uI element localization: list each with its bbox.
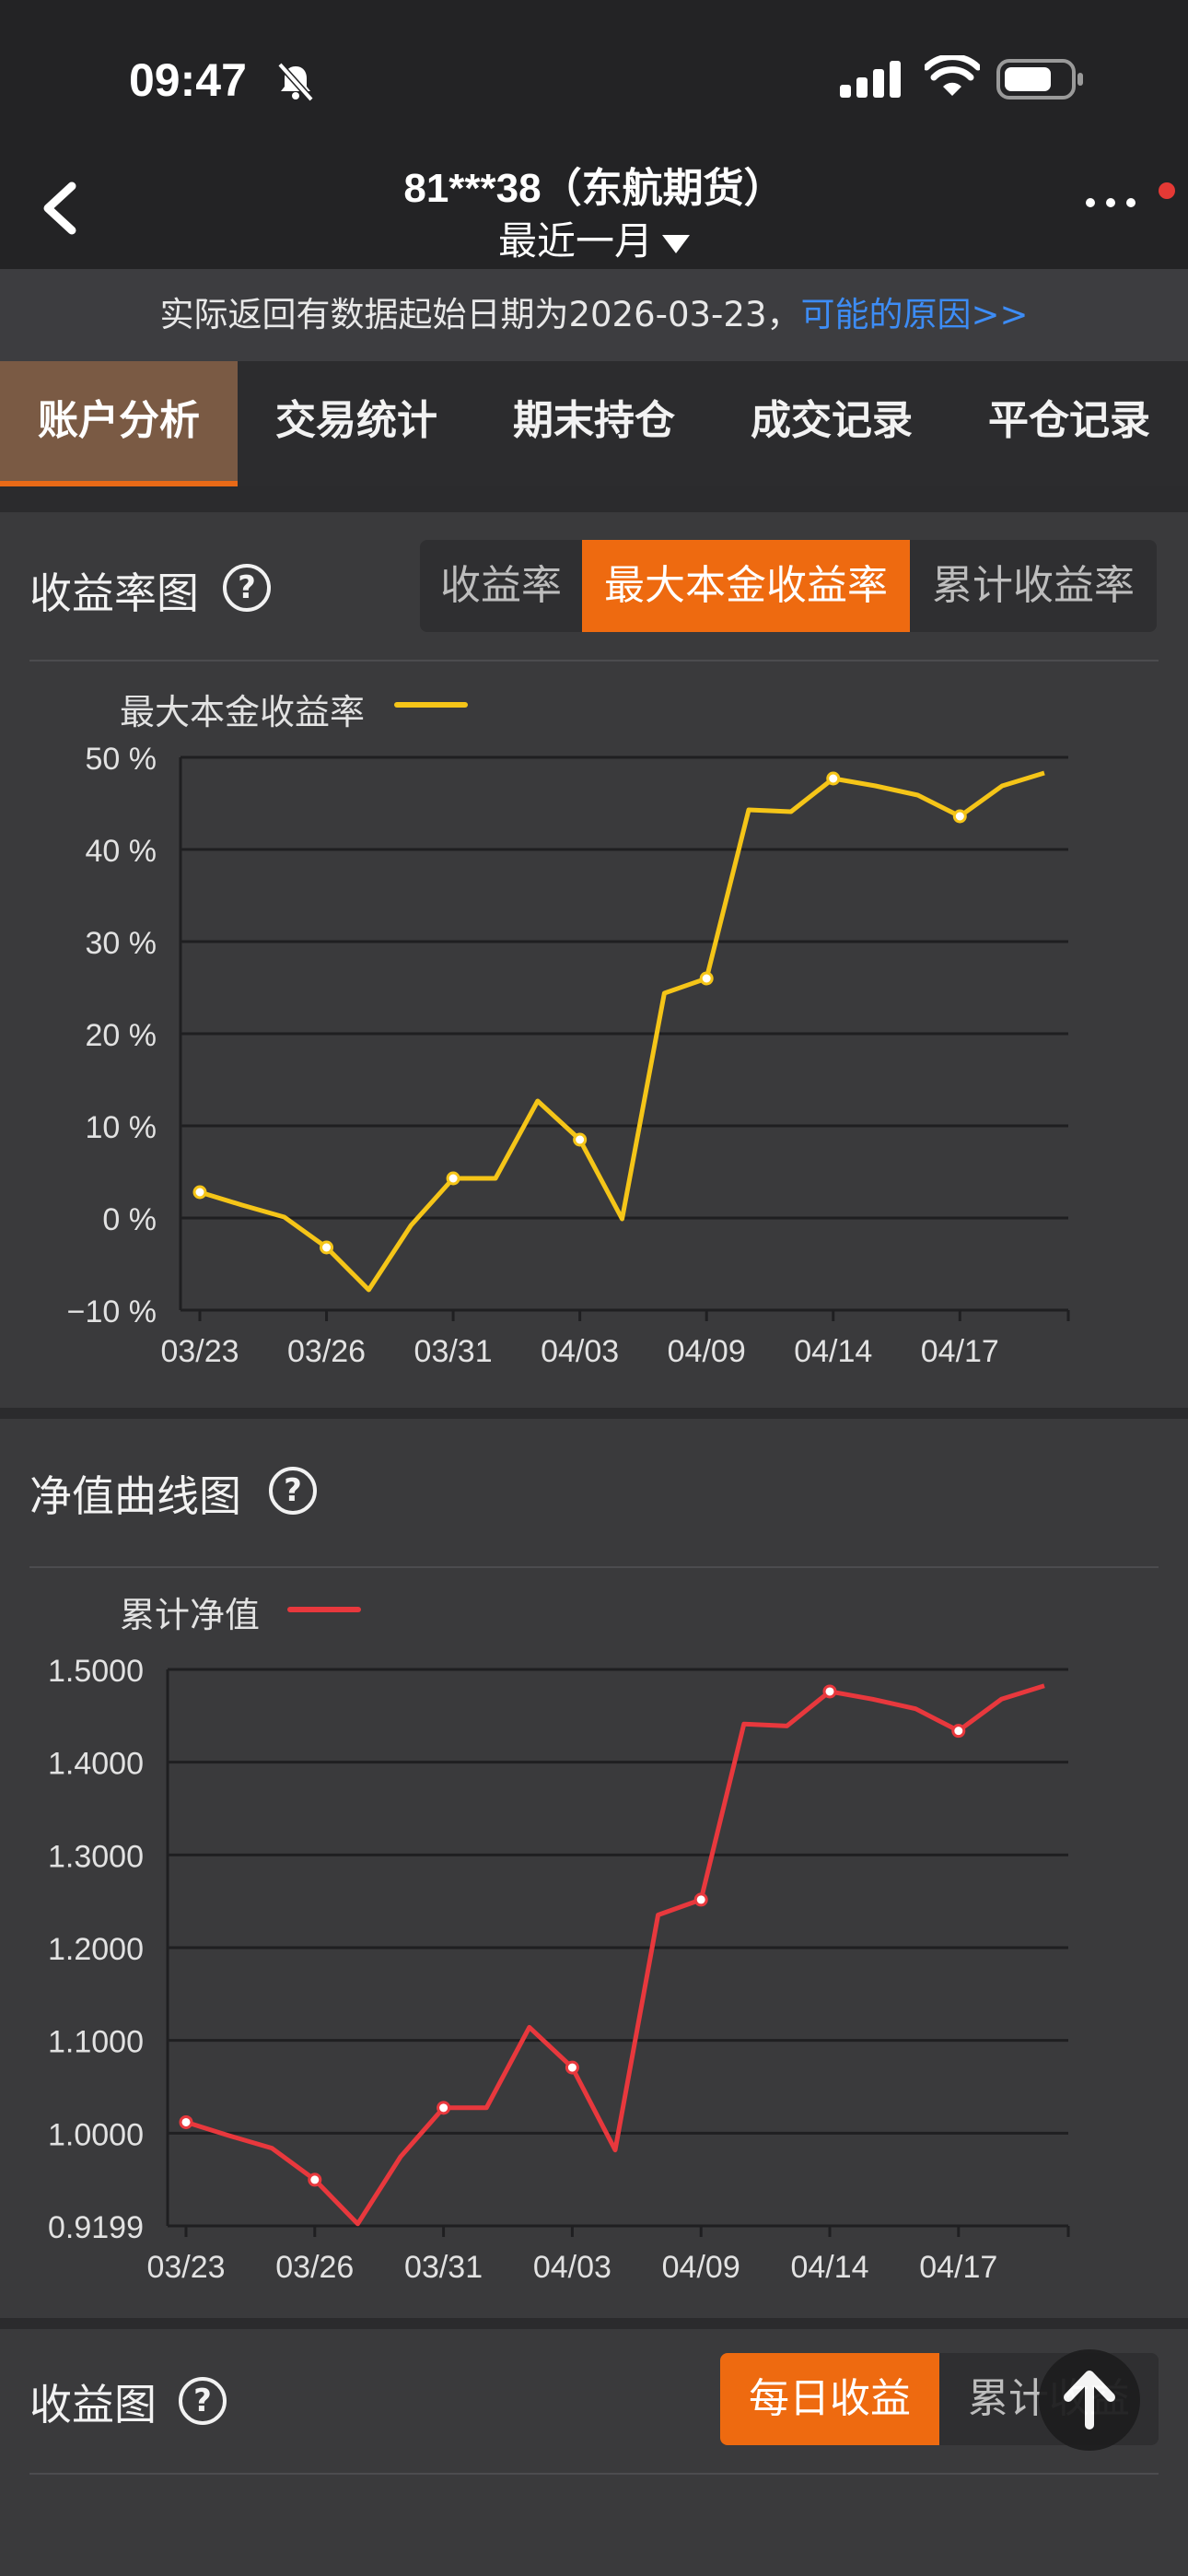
reason-link[interactable]: 可能的原因>> bbox=[801, 295, 1029, 334]
tab-end-positions[interactable]: 期末持仓 bbox=[475, 361, 713, 486]
section-divider bbox=[29, 2473, 1159, 2475]
y-tick-label: 10 % bbox=[86, 1110, 157, 1145]
y-tick-label: 40 % bbox=[86, 834, 157, 869]
segment-return[interactable]: 收益率 bbox=[420, 540, 582, 632]
tab-close-records[interactable]: 平仓记录 bbox=[950, 361, 1188, 486]
x-tick-label: 04/03 bbox=[533, 2250, 611, 2285]
account-title: 81***38（东航期货） bbox=[403, 166, 785, 211]
y-tick-label: 20 % bbox=[86, 1018, 157, 1053]
x-tick-label: 04/03 bbox=[541, 1334, 619, 1369]
more-icon[interactable] bbox=[1083, 195, 1138, 210]
x-tick-label: 03/26 bbox=[275, 2250, 354, 2285]
bell-muted-icon bbox=[277, 62, 314, 102]
y-tick-label: 1.5000 bbox=[48, 1654, 144, 1689]
data-point bbox=[951, 1724, 966, 1739]
tab-bar: 账户分析 交易统计 期末持仓 成交记录 平仓记录 bbox=[0, 361, 1188, 486]
return-type-toggle: 收益率 最大本金收益率 累计收益率 bbox=[420, 540, 1157, 632]
y-tick-label: 1.1000 bbox=[48, 2025, 144, 2060]
notice-text: 实际返回有数据起始日期为2026-03-23， bbox=[159, 295, 801, 334]
data-point bbox=[699, 971, 714, 986]
battery-icon bbox=[996, 59, 1083, 100]
return-chart-section: 收益率图 ? 收益率 最大本金收益率 累计收益率 最大本金收益率 50 % 40 … bbox=[0, 512, 1188, 1408]
data-point bbox=[320, 1240, 334, 1255]
data-point bbox=[446, 1171, 460, 1186]
legend-swatch-return bbox=[394, 702, 468, 708]
legend-swatch-nav bbox=[287, 1607, 361, 1612]
data-point bbox=[192, 1185, 207, 1200]
nav-bar: 81***38（东航期货） 最近一月 bbox=[0, 147, 1188, 269]
data-point bbox=[822, 1684, 837, 1699]
profit-chart-section: 收益图 ? 每日收益 累计收益 bbox=[0, 2329, 1188, 2576]
scroll-to-top-button[interactable] bbox=[1039, 2349, 1140, 2451]
section-divider bbox=[29, 660, 1159, 662]
data-point bbox=[826, 771, 841, 786]
x-tick-label: 03/23 bbox=[160, 1334, 239, 1369]
tab-trade-stats[interactable]: 交易统计 bbox=[238, 361, 475, 486]
data-point bbox=[693, 1892, 708, 1907]
x-tick-label: 04/14 bbox=[790, 2250, 868, 2285]
x-tick-label: 03/23 bbox=[146, 2250, 225, 2285]
data-start-notice: 实际返回有数据起始日期为2026-03-23，可能的原因>> bbox=[0, 269, 1188, 361]
help-icon[interactable]: ? bbox=[269, 1467, 317, 1515]
y-tick-label: 0.9199 bbox=[48, 2210, 144, 2245]
data-point bbox=[308, 2172, 322, 2187]
y-tick-label: 50 % bbox=[86, 742, 157, 777]
arrow-up-icon bbox=[1064, 2371, 1115, 2430]
y-tick-label: 1.2000 bbox=[48, 1932, 144, 1967]
x-tick-label: 04/09 bbox=[668, 1334, 746, 1369]
nav-curve-chart: 1.5000 1.4000 1.3000 1.2000 1.1000 1.0000 0.91… bbox=[48, 1654, 1070, 2285]
data-point bbox=[437, 2101, 451, 2115]
x-tick-label: 03/31 bbox=[414, 1334, 493, 1369]
x-tick-label: 04/09 bbox=[662, 2250, 740, 2285]
return-chart-title: 收益率图 bbox=[29, 568, 199, 618]
signal-icon bbox=[840, 61, 901, 98]
profit-chart-title: 收益图 bbox=[29, 2380, 157, 2430]
y-tick-label: 1.0000 bbox=[48, 2117, 144, 2152]
segment-max-principal-return[interactable]: 最大本金收益率 bbox=[582, 540, 910, 632]
y-tick-label: 0 % bbox=[102, 1202, 157, 1237]
y-tick-label: −10 % bbox=[67, 1294, 157, 1329]
x-tick-label: 03/31 bbox=[404, 2250, 483, 2285]
x-tick-label: 04/14 bbox=[794, 1334, 872, 1369]
wifi-icon bbox=[925, 55, 980, 96]
data-point bbox=[565, 2060, 579, 2075]
data-point bbox=[573, 1132, 588, 1147]
period-selector[interactable]: 最近一月 bbox=[0, 210, 1188, 266]
y-tick-label: 1.3000 bbox=[48, 1839, 144, 1874]
caret-down-icon bbox=[662, 234, 690, 253]
help-icon[interactable]: ? bbox=[223, 564, 271, 612]
help-icon[interactable]: ? bbox=[179, 2377, 227, 2425]
section-divider bbox=[29, 1566, 1159, 1568]
x-tick-label: 03/26 bbox=[287, 1334, 366, 1369]
status-time: 09:47 bbox=[129, 54, 247, 106]
nav-chart-title: 净值曲线图 bbox=[29, 1471, 241, 1521]
segment-cumulative-return[interactable]: 累计收益率 bbox=[910, 540, 1157, 632]
tab-trade-records[interactable]: 成交记录 bbox=[713, 361, 950, 486]
nav-chart-section: 净值曲线图 ? 累计净值 1.5000 1.4000 1.3000 1.2000 1.1… bbox=[0, 1419, 1188, 2318]
data-point bbox=[952, 809, 967, 824]
data-point bbox=[179, 2114, 193, 2129]
series-line bbox=[185, 1683, 1045, 2227]
status-bar: 09:47 bbox=[0, 0, 1188, 147]
y-tick-label: 1.4000 bbox=[48, 1747, 144, 1782]
legend-label-nav: 累计净值 bbox=[120, 1595, 261, 1635]
return-rate-chart: 50 % 40 % 30 % 20 % 10 % 0 % −10 %03/23 03/26 03… bbox=[67, 742, 1070, 1369]
x-tick-label: 04/17 bbox=[919, 2250, 997, 2285]
period-label: 最近一月 bbox=[497, 218, 653, 263]
x-tick-label: 04/17 bbox=[921, 1334, 999, 1369]
legend-label-return: 最大本金收益率 bbox=[120, 692, 366, 732]
y-tick-label: 30 % bbox=[86, 926, 157, 961]
notification-dot bbox=[1159, 182, 1175, 199]
tab-account-analysis[interactable]: 账户分析 bbox=[0, 361, 238, 486]
segment-daily-profit[interactable]: 每日收益 bbox=[720, 2353, 939, 2445]
